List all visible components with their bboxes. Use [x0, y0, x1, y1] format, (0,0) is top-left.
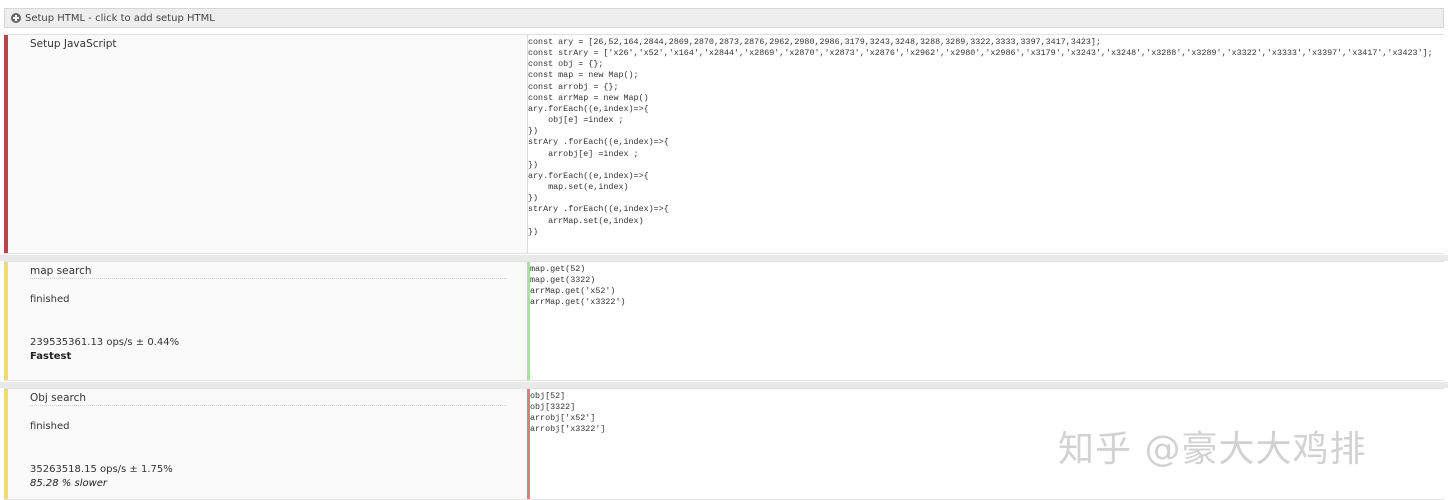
- test-rank: 85.28 % slower: [30, 478, 108, 489]
- test-info-col: Obj search finished 35263518.15 ops/s ± …: [4, 389, 527, 499]
- setup-js-code[interactable]: const ary = [26,52,164,2844,2869,2870,28…: [528, 35, 1444, 238]
- test-code[interactable]: map.get(52) map.get(3322) arrMap.get('x5…: [530, 262, 1444, 309]
- watermark: 知乎 @豪大大鸡排: [1058, 429, 1367, 470]
- test-ops-result: 239535361.13 ops/s ± 0.44%: [30, 337, 180, 348]
- setup-js-title: Setup JavaScript: [30, 38, 117, 50]
- setup-html-bar[interactable]: Setup HTML - click to add setup HTML: [4, 8, 1444, 28]
- test-info-col: map search finished 239535361.13 ops/s ±…: [4, 262, 527, 380]
- setup-js-editor[interactable]: const ary = [26,52,164,2844,2869,2870,28…: [527, 35, 1444, 253]
- test-ops-result: 35263518.15 ops/s ± 1.75%: [30, 464, 173, 475]
- test-status: finished: [30, 294, 70, 305]
- setup-js-section: Setup JavaScript const ary = [26,52,164,…: [4, 34, 1444, 254]
- divider: [30, 405, 507, 406]
- test-rank: Fastest: [30, 351, 72, 362]
- test-status: finished: [30, 421, 70, 432]
- setup-html-label: Setup HTML - click to add setup HTML: [25, 12, 215, 24]
- test-editor[interactable]: map.get(52) map.get(3322) arrMap.get('x5…: [527, 262, 1444, 380]
- setup-js-label-col: Setup JavaScript: [4, 35, 527, 253]
- divider: [30, 278, 507, 279]
- test-title[interactable]: map search: [30, 265, 92, 277]
- test-case: map search finished 239535361.13 ops/s ±…: [4, 261, 1444, 381]
- test-title[interactable]: Obj search: [30, 392, 86, 404]
- plus-circle-icon: [11, 13, 21, 23]
